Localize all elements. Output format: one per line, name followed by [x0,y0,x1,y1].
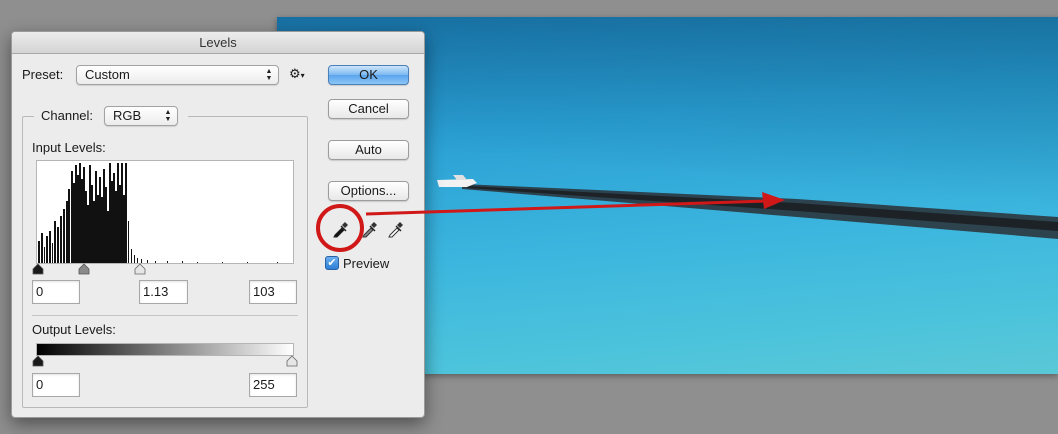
output-levels-label: Output Levels: [32,322,116,337]
preview-label: Preview [343,256,390,271]
preset-select[interactable]: Custom ▲ ▼ [76,65,279,85]
black-eyedropper-icon[interactable] [331,219,351,239]
dialog-title[interactable]: Levels [12,32,424,54]
preview-checkbox[interactable]: ✔ [325,256,339,270]
channel-select[interactable]: RGB ▲ ▼ [104,106,178,126]
output-black-field[interactable]: 0 [32,373,80,397]
input-gamma-slider-handle [78,263,90,275]
input-levels-label: Input Levels: [32,140,106,155]
gray-eyedropper-icon[interactable] [360,219,380,239]
preset-value: Custom [85,67,130,82]
select-arrows-icon: ▲ ▼ [265,68,273,82]
histogram-bars [38,163,278,263]
input-slider[interactable] [30,263,300,275]
channel-value: RGB [113,108,142,123]
channel-label: Channel: [41,108,94,123]
input-gamma-field[interactable]: 1.13 [139,280,188,304]
checkmark-icon: ✔ [327,257,337,269]
input-white-slider-handle [134,263,146,275]
input-black-field[interactable]: 0 [32,280,80,304]
output-white-field[interactable]: 255 [249,373,297,397]
white-eyedropper-icon[interactable] [386,219,406,239]
input-white-field[interactable]: 103 [249,280,297,304]
levels-dialog: Levels Preset: Custom ▲ ▼ ⚙▾ Channel: RGB… [11,31,425,418]
separator [32,315,298,316]
output-white-slider-handle [286,355,298,367]
auto-button[interactable]: Auto [328,140,409,160]
ok-button[interactable]: OK [328,65,409,85]
input-black-slider-handle [32,263,44,275]
options-button[interactable]: Options... [328,181,409,201]
gear-icon[interactable]: ⚙▾ [289,66,305,82]
preset-label: Preset: [22,67,64,82]
cancel-button[interactable]: Cancel [328,99,409,119]
output-black-slider-handle [32,355,44,367]
histogram [36,160,294,264]
output-slider[interactable] [30,355,300,367]
select-arrows-icon: ▲ ▼ [164,109,172,123]
